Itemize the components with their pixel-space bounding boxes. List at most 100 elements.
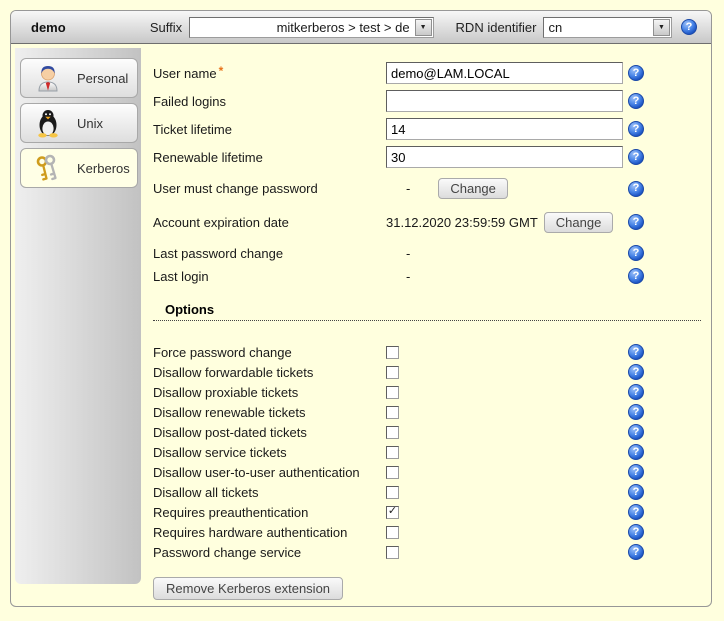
kerberos-form: User name* ? Failed logins ? Ticket life… [141, 48, 707, 600]
option-label: Disallow service tickets [153, 445, 386, 460]
suffix-label: Suffix [150, 20, 182, 35]
option-checkbox[interactable]: ✓ [386, 466, 399, 479]
options-list: Force password change ✓ ? Disallow forwa… [153, 342, 701, 562]
help-icon[interactable]: ? [628, 384, 644, 400]
required-marker: * [219, 64, 224, 78]
option-checkbox[interactable]: ✓ [386, 426, 399, 439]
failed-logins-input[interactable] [386, 90, 623, 112]
sidebar-tab-label: Personal [77, 71, 128, 86]
option-label: Disallow post-dated tickets [153, 425, 386, 440]
option-checkbox[interactable]: ✓ [386, 486, 399, 499]
expiration-change-button[interactable]: Change [544, 212, 614, 233]
username-input[interactable] [386, 62, 623, 84]
help-icon[interactable]: ? [628, 245, 644, 261]
password-change-value: - [386, 181, 410, 196]
option-row: Disallow post-dated tickets ✓ ? [153, 422, 701, 442]
keys-icon [32, 152, 64, 184]
option-label: Disallow renewable tickets [153, 405, 386, 420]
rdn-identifier-label: RDN identifier [456, 20, 537, 35]
username-label: User name* [153, 66, 386, 81]
help-icon[interactable]: ? [628, 121, 644, 137]
last-login-label: Last login [153, 269, 386, 284]
check-icon: ✓ [388, 506, 397, 517]
option-checkbox[interactable]: ✓ [386, 366, 399, 379]
form-row-renewable-lifetime: Renewable lifetime ? [153, 146, 701, 168]
sidebar-tab-label: Unix [77, 116, 103, 131]
form-row-ticket-lifetime: Ticket lifetime ? [153, 118, 701, 140]
help-icon[interactable]: ? [628, 181, 644, 197]
option-row: Requires preauthentication ✓ ? [153, 502, 701, 522]
password-change-label: User must change password [153, 181, 386, 196]
remove-extension-row: Remove Kerberos extension [153, 577, 701, 600]
help-icon[interactable]: ? [628, 544, 644, 560]
tux-icon [32, 107, 64, 139]
last-password-change-label: Last password change [153, 246, 386, 261]
last-password-change-value: - [386, 246, 410, 261]
ticket-lifetime-label: Ticket lifetime [153, 122, 386, 137]
account-edit-window: demo Suffix mitkerberos > test > de ▼ RD… [10, 10, 712, 607]
help-icon[interactable]: ? [628, 504, 644, 520]
title-bar: demo Suffix mitkerberos > test > de ▼ RD… [11, 11, 711, 44]
option-row: Disallow all tickets ✓ ? [153, 482, 701, 502]
option-row: Password change service ✓ ? [153, 542, 701, 562]
option-checkbox[interactable]: ✓ [386, 546, 399, 559]
renewable-lifetime-label: Renewable lifetime [153, 150, 386, 165]
option-row: Disallow proxiable tickets ✓ ? [153, 382, 701, 402]
option-row: Disallow service tickets ✓ ? [153, 442, 701, 462]
suffix-select-value: mitkerberos > test > de [190, 18, 413, 37]
help-icon[interactable]: ? [681, 19, 697, 35]
failed-logins-label: Failed logins [153, 94, 386, 109]
help-icon[interactable]: ? [628, 464, 644, 480]
option-label: Disallow all tickets [153, 485, 386, 500]
help-icon[interactable]: ? [628, 364, 644, 380]
help-icon[interactable]: ? [628, 268, 644, 284]
help-icon[interactable]: ? [628, 214, 644, 230]
help-icon[interactable]: ? [628, 484, 644, 500]
help-icon[interactable]: ? [628, 424, 644, 440]
remove-kerberos-extension-button[interactable]: Remove Kerberos extension [153, 577, 343, 600]
account-expiration-label: Account expiration date [153, 215, 386, 230]
help-icon[interactable]: ? [628, 149, 644, 165]
sidebar-tab-unix[interactable]: Unix [20, 103, 138, 143]
help-icon[interactable]: ? [628, 444, 644, 460]
help-icon[interactable]: ? [628, 344, 644, 360]
rdn-identifier-select[interactable]: cn ▼ [543, 17, 672, 38]
password-change-button[interactable]: Change [438, 178, 508, 199]
renewable-lifetime-input[interactable] [386, 146, 623, 168]
option-label: Disallow proxiable tickets [153, 385, 386, 400]
form-row-account-expiration: Account expiration date 31.12.2020 23:59… [153, 209, 701, 235]
content-area: Personal Unix [11, 44, 711, 607]
help-icon[interactable]: ? [628, 404, 644, 420]
person-icon [32, 62, 64, 94]
sidebar-tab-personal[interactable]: Personal [20, 58, 138, 98]
sidebar-tab-label: Kerberos [77, 161, 130, 176]
option-checkbox[interactable]: ✓ [386, 446, 399, 459]
option-row: Force password change ✓ ? [153, 342, 701, 362]
option-row: Disallow forwardable tickets ✓ ? [153, 362, 701, 382]
help-icon[interactable]: ? [628, 65, 644, 81]
form-row-failed-logins: Failed logins ? [153, 90, 701, 112]
option-row: Disallow user-to-user authentication ✓ ? [153, 462, 701, 482]
sidebar-tab-kerberos[interactable]: Kerberos [20, 148, 138, 188]
form-row-password-change: User must change password - Change ? [153, 178, 701, 199]
help-icon[interactable]: ? [628, 93, 644, 109]
ticket-lifetime-input[interactable] [386, 118, 623, 140]
option-checkbox[interactable]: ✓ [386, 386, 399, 399]
option-checkbox[interactable]: ✓ [386, 526, 399, 539]
rdn-select-value: cn [544, 18, 652, 37]
option-row: Requires hardware authentication ✓ ? [153, 522, 701, 542]
option-row: Disallow renewable tickets ✓ ? [153, 402, 701, 422]
option-checkbox[interactable]: ✓ [386, 506, 399, 519]
last-login-value: - [386, 269, 410, 284]
option-label: Password change service [153, 545, 386, 560]
help-icon[interactable]: ? [628, 524, 644, 540]
suffix-select[interactable]: mitkerberos > test > de ▼ [189, 17, 433, 38]
form-row-last-login: Last login - ? [153, 266, 701, 286]
option-label: Disallow user-to-user authentication [153, 465, 386, 480]
option-label: Disallow forwardable tickets [153, 365, 386, 380]
option-label: Requires hardware authentication [153, 525, 386, 540]
options-heading: Options [153, 302, 701, 321]
option-checkbox[interactable]: ✓ [386, 346, 399, 359]
option-label: Requires preauthentication [153, 505, 386, 520]
option-checkbox[interactable]: ✓ [386, 406, 399, 419]
